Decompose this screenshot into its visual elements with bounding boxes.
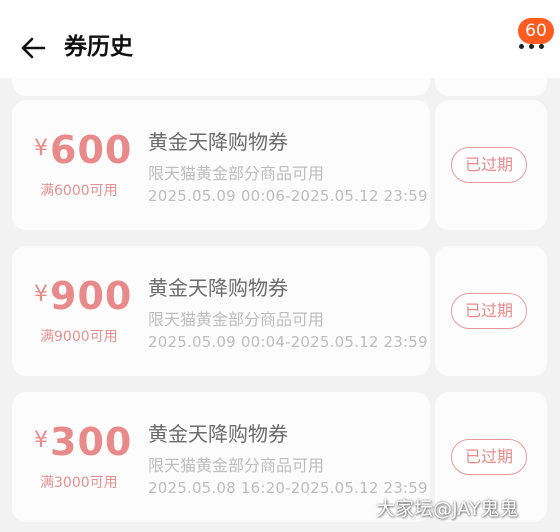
expired-status-button[interactable]: 已过期	[451, 439, 527, 475]
coupon-condition: 满6000可用	[40, 183, 118, 199]
coupon-name: 黄金天降购物券	[148, 130, 288, 154]
coupon-name: 黄金天降购物券	[148, 276, 288, 300]
page-title: 券历史	[64, 34, 133, 60]
coupon-condition: 满3000可用	[40, 475, 118, 491]
notification-badge: 60	[518, 18, 554, 44]
coupon-scope: 限天猫黄金部分商品可用	[148, 456, 325, 475]
coupon-card-partial	[12, 76, 430, 96]
coupon-amount: ¥600	[34, 128, 133, 172]
coupon-list: ¥600 满6000可用 黄金天降购物券 限天猫黄金部分商品可用 2025.05…	[0, 76, 560, 532]
coupon-amount: ¥900	[34, 274, 133, 318]
arrow-left-icon[interactable]	[20, 36, 46, 60]
coupon-scope: 限天猫黄金部分商品可用	[148, 164, 325, 183]
coupon-stub-partial	[435, 76, 547, 96]
expired-status-button[interactable]: 已过期	[451, 147, 527, 183]
expired-status-button[interactable]: 已过期	[451, 293, 527, 329]
more-dots-icon[interactable]	[519, 44, 545, 52]
coupon-scope: 限天猫黄金部分商品可用	[148, 310, 325, 329]
top-bar: 券历史 60	[0, 0, 560, 78]
coupon-condition: 满9000可用	[40, 329, 118, 345]
coupon-period: 2025.05.09 00:06-2025.05.12 23:59	[148, 187, 428, 205]
watermark-text: 大家坛@JAY鬼鬼	[376, 498, 519, 520]
coupon-amount: ¥300	[34, 420, 133, 464]
coupon-period: 2025.05.09 00:04-2025.05.12 23:59	[148, 333, 428, 351]
coupon-name: 黄金天降购物券	[148, 422, 288, 446]
